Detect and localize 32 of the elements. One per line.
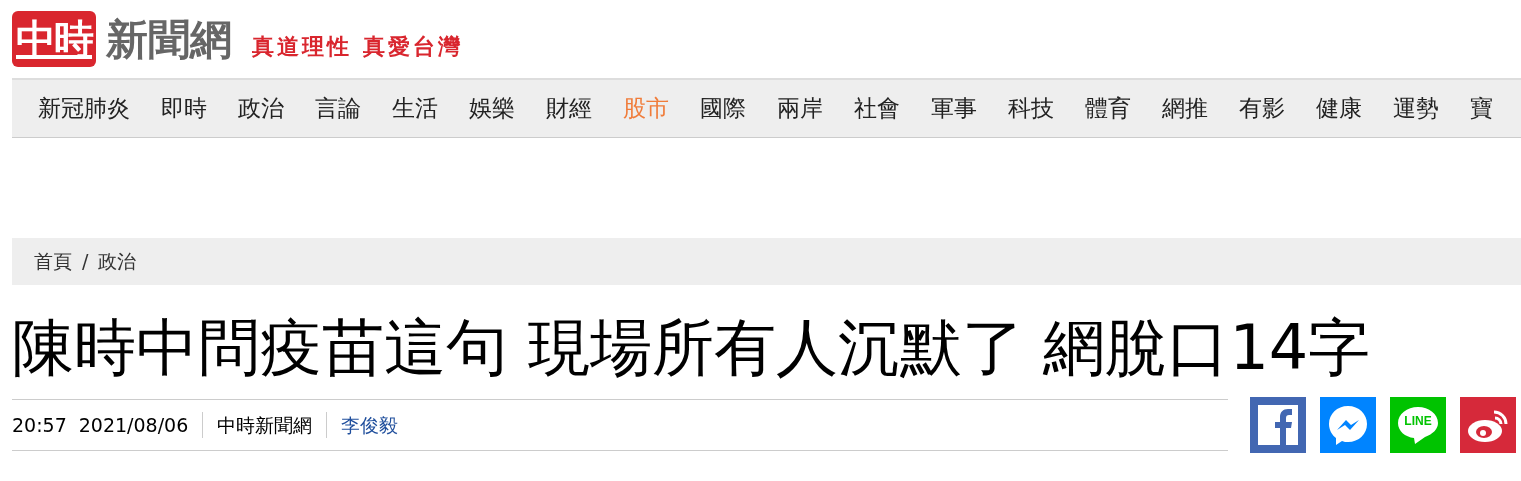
publish-time: 20:57 (12, 413, 67, 439)
publish-date: 2021/08/06 (78, 413, 189, 439)
nav-link[interactable]: 國際 (700, 91, 746, 126)
nav-link[interactable]: 寶 (1470, 91, 1493, 126)
nav-link[interactable]: 政治 (238, 91, 284, 126)
slogan: 真道理性 真愛台灣 (252, 31, 463, 61)
nav-link[interactable]: 健康 (1316, 91, 1362, 126)
nav-link[interactable]: 新冠肺炎 (38, 91, 130, 126)
nav-link[interactable]: 體育 (1085, 91, 1131, 126)
nav-link[interactable]: 科技 (1008, 91, 1054, 126)
weibo-share-button[interactable] (1460, 397, 1516, 454)
article-title: 陳時中問疫苗這句 現場所有人沉默了 網脫口14字 (12, 311, 1372, 386)
source-name: 中時新聞網 (217, 413, 313, 439)
nav-link[interactable]: 生活 (392, 91, 438, 126)
logo-text: 新聞網 (106, 13, 232, 66)
messenger-share-button[interactable] (1320, 397, 1376, 454)
nav-link[interactable]: 有影 (1239, 91, 1285, 126)
nav-link[interactable]: 言論 (315, 91, 361, 126)
logo-mark[interactable]: 中時 (12, 11, 96, 67)
nav-link[interactable]: 娛樂 (469, 91, 515, 126)
nav-link[interactable]: 財經 (546, 91, 592, 126)
nav-link[interactable]: 社會 (854, 91, 900, 126)
nav-link[interactable]: 軍事 (931, 91, 977, 126)
nav-link[interactable]: 網推 (1162, 91, 1208, 126)
nav-link[interactable]: 兩岸 (777, 91, 823, 126)
author-link[interactable]: 李俊毅 (341, 411, 399, 440)
breadcrumb-separator: / (82, 249, 89, 275)
facebook-share-button[interactable] (1250, 397, 1306, 454)
nav-link[interactable]: 即時 (161, 91, 207, 126)
nav-link[interactable]: 運勢 (1393, 91, 1439, 126)
breadcrumb-link[interactable]: 首頁 (34, 247, 72, 276)
breadcrumb-link[interactable]: 政治 (98, 247, 137, 276)
